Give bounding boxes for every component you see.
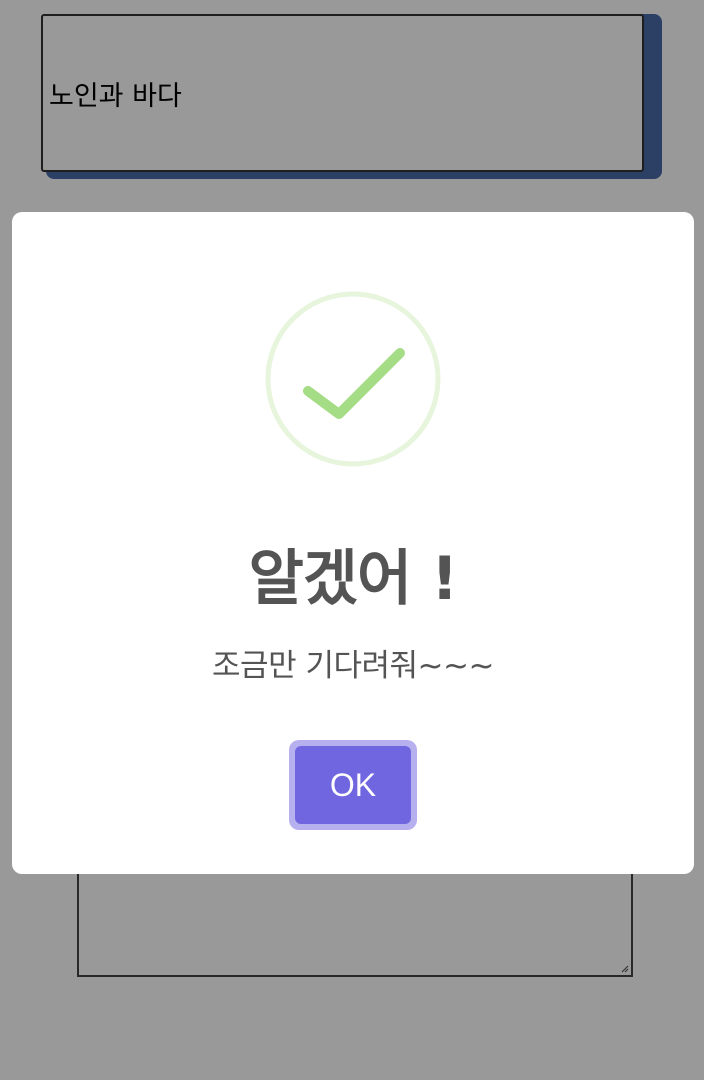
success-check-icon: [265, 291, 441, 467]
alert-dialog: 알겠어 ! 조금만 기다려줘~~~ OK: [12, 212, 694, 874]
dialog-title: 알겠어 !: [248, 544, 459, 614]
ok-button[interactable]: OK: [295, 746, 411, 824]
dialog-message: 조금만 기다려줘~~~: [212, 648, 494, 684]
